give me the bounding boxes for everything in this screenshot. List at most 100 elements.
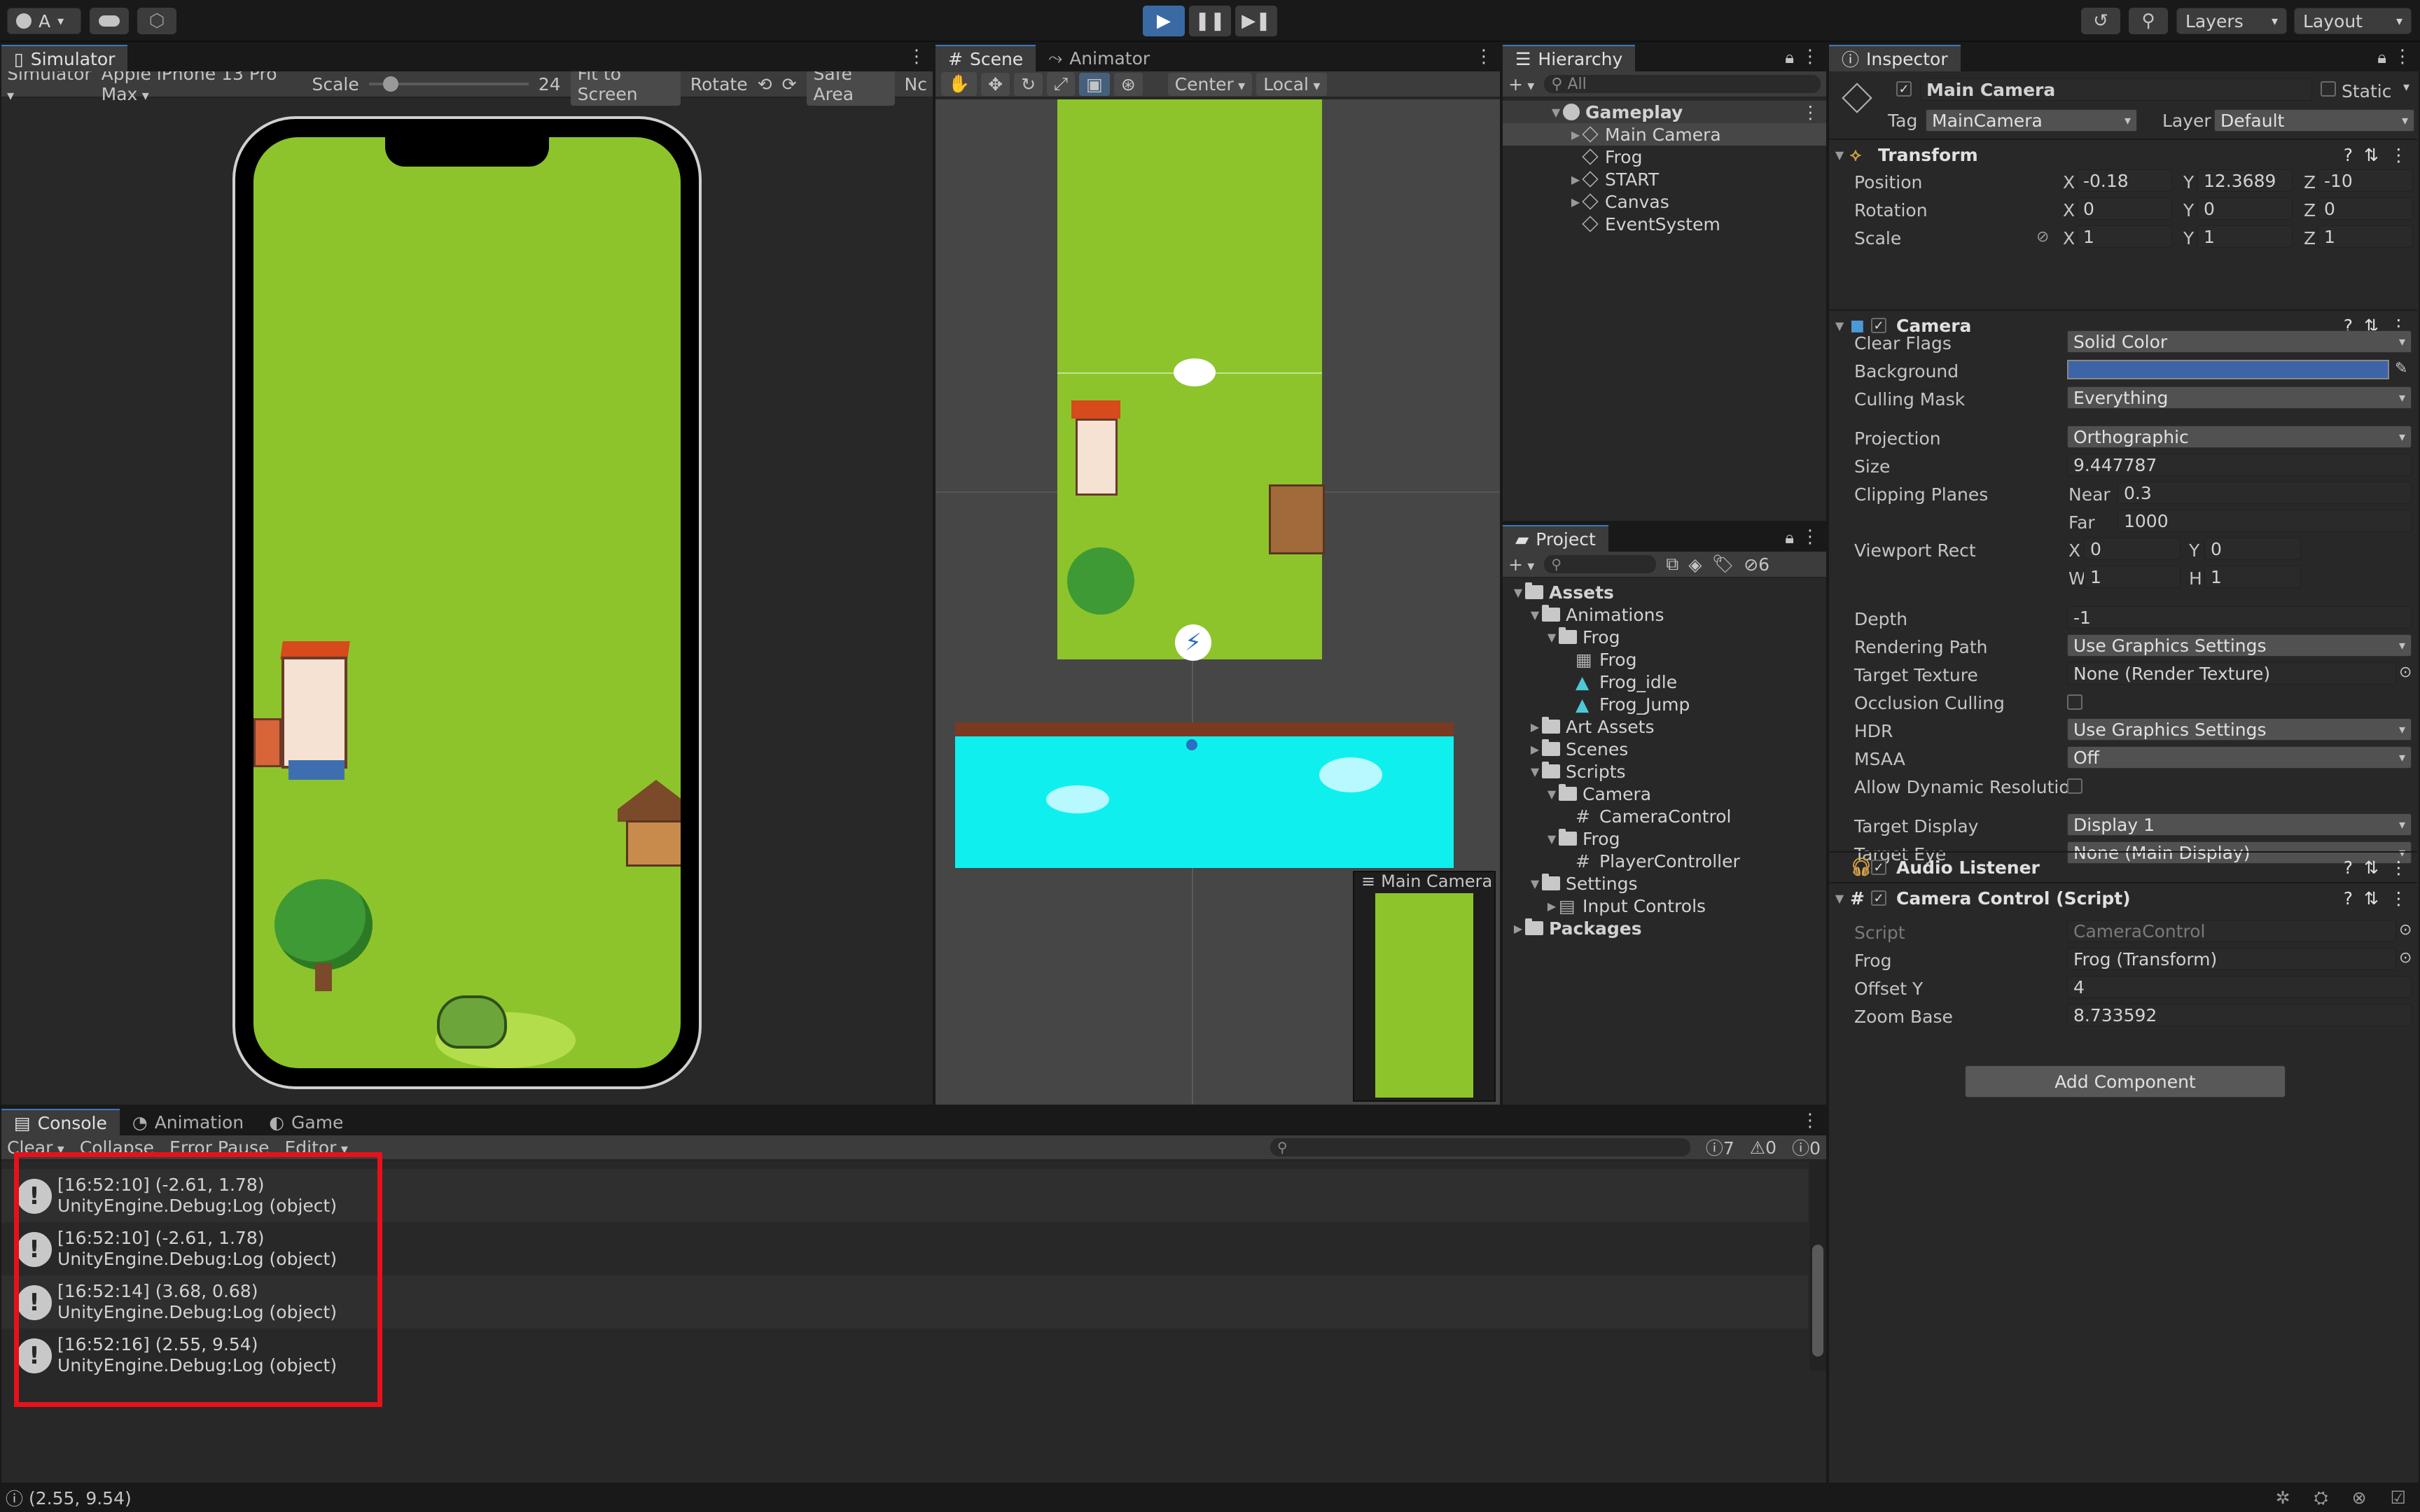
camera-4-field[interactable]: 9.447787: [2067, 454, 2412, 476]
project-item[interactable]: ▲ Frog_Jump: [1503, 693, 1826, 715]
hierarchy-item[interactable]: ▶ Main Camera: [1503, 123, 1826, 146]
viewport-h-field[interactable]: 1: [2204, 566, 2301, 588]
preset-icon[interactable]: ⇅: [2364, 888, 2379, 909]
tab-inspector[interactable]: ⓘ Inspector: [1829, 45, 1961, 71]
create-asset-button[interactable]: +: [1508, 554, 1534, 575]
camera-3-dropdown[interactable]: Orthographic: [2067, 426, 2412, 448]
move-tool-icon[interactable]: ✥: [981, 72, 1010, 96]
hierarchy-item[interactable]: ▶ START: [1503, 168, 1826, 190]
rotate-tool-icon[interactable]: ↻: [1014, 72, 1043, 96]
layers-dropdown[interactable]: Layers ▾: [2176, 8, 2287, 34]
far-field[interactable]: 1000: [2118, 510, 2412, 532]
project-item[interactable]: ▼ Scripts: [1503, 760, 1826, 783]
tab-game[interactable]: ◐ Game: [256, 1109, 356, 1135]
expand-icon[interactable]: ▼: [1545, 788, 1559, 801]
active-checkbox[interactable]: ✓: [1896, 81, 1912, 97]
target-texture-field[interactable]: None (Render Texture): [2067, 662, 2396, 685]
camera-8-dropdown[interactable]: Use Graphics Settings: [2067, 634, 2412, 657]
viewport-x-field[interactable]: 0: [2084, 538, 2181, 560]
tag-icon[interactable]: 🏷︎: [1711, 554, 1734, 575]
scale-z-field[interactable]: 1: [2318, 225, 2413, 248]
fold-icon[interactable]: ▼: [1829, 319, 1850, 332]
position-z-field[interactable]: -10: [2318, 169, 2413, 192]
project-item[interactable]: ▼ Camera: [1503, 783, 1826, 805]
link-scale-icon[interactable]: ⊘: [2036, 228, 2049, 246]
console-scrollbar-thumb[interactable]: [1812, 1245, 1823, 1357]
viewport-w-field[interactable]: 1: [2084, 566, 2181, 588]
camera-control-checkbox[interactable]: ✓: [1871, 890, 1886, 906]
rotate-right-icon[interactable]: ⟳: [782, 74, 797, 94]
pause-button[interactable]: ❚❚: [1189, 6, 1231, 36]
account-button[interactable]: A ▾: [7, 8, 81, 34]
expand-icon[interactable]: ▶: [1545, 899, 1559, 913]
error-count-toggle[interactable]: ⓘ0: [1792, 1135, 1821, 1160]
layout-dropdown[interactable]: Layout ▾: [2294, 8, 2412, 34]
near-field[interactable]: 0.3: [2118, 482, 2412, 504]
position-y-field[interactable]: 12.3689: [2197, 169, 2293, 192]
rotation-z-field[interactable]: 0: [2318, 197, 2413, 220]
scale-slider[interactable]: [368, 76, 529, 92]
project-search[interactable]: ⚲: [1544, 555, 1657, 573]
status-text[interactable]: (2.55, 9.54): [29, 1488, 132, 1508]
help-icon[interactable]: ?: [2344, 858, 2353, 878]
hand-tool-icon[interactable]: ✋: [941, 72, 978, 96]
camera-12-dropdown[interactable]: Off: [2067, 746, 2412, 769]
camera-control-field[interactable]: 8.733592: [2067, 1004, 2412, 1026]
hierarchy-item[interactable]: ▶ Canvas: [1503, 190, 1826, 213]
game-view[interactable]: [253, 137, 681, 1068]
object-name-field[interactable]: Main Camera: [1920, 78, 2312, 101]
lock-icon[interactable]: 🔒︎: [1785, 48, 1794, 67]
expand-icon[interactable]: ▼: [1528, 877, 1542, 890]
viewport-y-field[interactable]: 0: [2204, 538, 2301, 560]
expand-icon[interactable]: ▶: [1511, 922, 1525, 935]
tab-animation[interactable]: ◔ Animation: [120, 1109, 256, 1135]
scale-y-field[interactable]: 1: [2197, 225, 2293, 248]
component-menu-icon[interactable]: ⋮: [2390, 888, 2407, 909]
project-item[interactable]: ▼ Frog: [1503, 626, 1826, 648]
expand-icon[interactable]: ▶: [1528, 743, 1542, 756]
hierarchy-search[interactable]: ⚲ All: [1544, 75, 1821, 93]
hierarchy-item[interactable]: EventSystem: [1503, 213, 1826, 235]
expand-icon[interactable]: ▼: [1545, 631, 1559, 644]
expand-icon[interactable]: ▼: [1528, 765, 1542, 778]
preset-icon[interactable]: ⇅: [2364, 858, 2379, 878]
console-menu-icon[interactable]: ⋮: [1801, 1110, 1819, 1131]
background-color-swatch[interactable]: [2067, 360, 2389, 379]
add-component-button[interactable]: Add Component: [1965, 1065, 2286, 1098]
play-button[interactable]: ▶: [1143, 6, 1185, 36]
scene-viewport[interactable]: ⚡ ≡ Main Camera: [936, 99, 1500, 1105]
static-checkbox[interactable]: [2321, 81, 2336, 97]
tag-dropdown[interactable]: MainCamera: [1926, 109, 2137, 132]
hierarchy-item[interactable]: Frog: [1503, 146, 1826, 168]
project-item[interactable]: ▶ Art Assets: [1503, 715, 1826, 738]
eyedropper-icon[interactable]: ✎: [2395, 360, 2407, 377]
project-menu-icon[interactable]: ⋮: [1801, 526, 1819, 547]
expand-icon[interactable]: ▼: [1549, 106, 1563, 119]
scene-row[interactable]: ▼ Gameplay ⋮: [1503, 101, 1826, 123]
project-item[interactable]: ▶ ▤ Input Controls: [1503, 895, 1826, 917]
cloud-button[interactable]: [90, 8, 129, 34]
project-item[interactable]: ▼ Settings: [1503, 872, 1826, 895]
pivot-dropdown[interactable]: Center: [1167, 72, 1253, 96]
project-item[interactable]: ▼ Frog: [1503, 827, 1826, 850]
scene-menu-icon[interactable]: ⋮: [1802, 102, 1819, 122]
camera-7-field[interactable]: -1: [2067, 606, 2412, 629]
component-menu-icon[interactable]: ⋮: [2390, 145, 2407, 165]
cache-icon[interactable]: ⊗: [2352, 1488, 2367, 1508]
camera-control-field[interactable]: Frog (Transform): [2067, 948, 2396, 970]
project-item[interactable]: ▶ Scenes: [1503, 738, 1826, 760]
search-by-label-icon[interactable]: ◈: [1688, 554, 1702, 575]
camera-control-header[interactable]: ▼ # ✓ Camera Control (Script) ? ⇅ ⋮: [1829, 882, 2417, 913]
rotation-x-field[interactable]: 0: [2077, 197, 2172, 220]
create-button[interactable]: +: [1508, 74, 1534, 94]
static-dropdown-icon[interactable]: ▾: [2403, 80, 2409, 94]
log-count-toggle[interactable]: ⓘ7: [1706, 1135, 1734, 1160]
camera-gizmo-icon[interactable]: ⚡: [1175, 624, 1211, 661]
search-by-type-icon[interactable]: ⧉: [1666, 554, 1678, 575]
tab-hierarchy[interactable]: ☰ Hierarchy: [1503, 45, 1636, 71]
expand-icon[interactable]: ▶: [1569, 128, 1583, 141]
expand-icon[interactable]: ▶: [1569, 195, 1583, 209]
scene-menu-icon[interactable]: ⋮: [1475, 46, 1493, 67]
audio-listener-checkbox[interactable]: ✓: [1871, 860, 1886, 875]
collab-button[interactable]: ⬡: [137, 8, 176, 34]
